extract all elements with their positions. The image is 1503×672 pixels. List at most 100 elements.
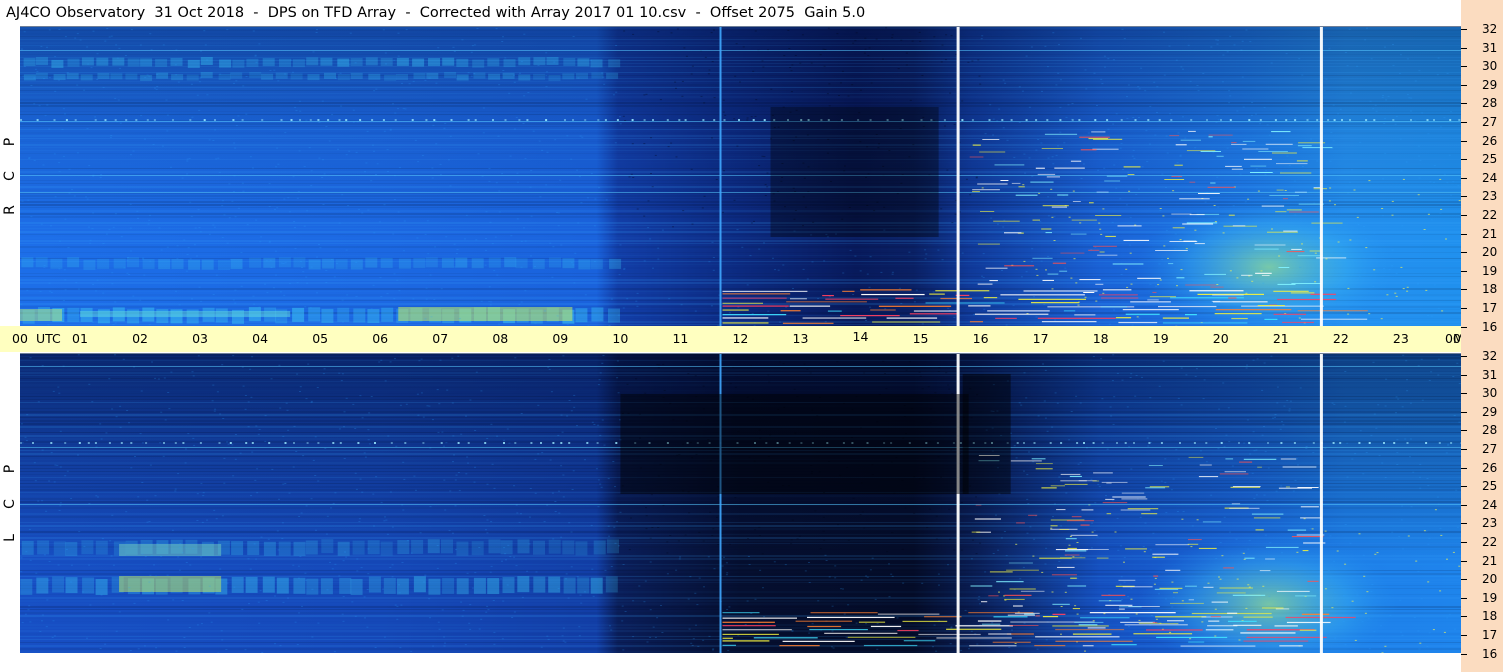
freq-tick-mark [1461,252,1467,254]
utc-tick-label: 21 [1272,331,1289,346]
freq-tick-mark [1461,616,1467,618]
vertical-marker [1319,354,1323,653]
freq-tick-label: 25 [1482,152,1498,167]
freq-tick-label: 24 [1482,170,1498,185]
utc-tick-label: 22 [1332,331,1349,346]
chart-title: AJ4CO Observatory 31 Oct 2018 - DPS on T… [6,5,866,21]
freq-tick-mark [1461,374,1467,376]
freq-tick-label: 21 [1482,553,1498,568]
rcp-letter-p: P [2,137,18,147]
vertical-marker [719,27,722,326]
freq-tick-label: 25 [1482,479,1498,494]
vertical-marker [956,27,960,326]
freq-tick-label: 30 [1482,59,1498,74]
utc-tick-label: 05 [312,331,329,346]
freq-tick-mark [1461,326,1467,328]
freq-tick-label: 19 [1482,590,1498,605]
utc-tick-label: 17 [1032,331,1049,346]
freq-tick-label: 20 [1482,245,1498,260]
utc-tick-label: 13 [792,331,809,346]
freq-tick-mark [1461,504,1467,506]
rcp-letter-r: R [2,205,18,215]
freq-tick-label: 20 [1482,572,1498,587]
freq-tick-mark [1461,84,1467,86]
lcp-letter-l: L [2,534,18,542]
freq-tick-label: 16 [1482,319,1498,334]
freq-tick-mark [1461,215,1467,216]
utc-tick-label: 18 [1092,331,1109,346]
utc-tick-label: 03 [192,331,209,346]
freq-tick-label: 28 [1482,423,1498,438]
utc-tick-label: 23 [1392,331,1409,346]
utc-tick-label: 08 [492,331,509,346]
freq-tick-mark [1461,308,1467,309]
freq-tick-mark [1461,560,1467,562]
utc-tick-label: 11 [672,331,689,346]
utc-tick-label: 12 [732,331,749,346]
utc-tick-label: 09 [552,331,569,346]
freq-tick-label: 29 [1482,77,1498,92]
freq-tick-mark [1461,233,1467,235]
freq-tick-label: 23 [1482,189,1498,204]
freq-tick-mark [1461,270,1467,272]
freq-tick-mark [1461,449,1467,450]
freq-tick-mark [1461,66,1467,68]
utc-tick-label: 01 [72,331,88,346]
utc-tick-label: 19 [1152,331,1169,346]
rcp-spectrogram-panel [20,26,1461,326]
freq-tick-label: 17 [1482,628,1498,642]
freq-tick-mark [1461,430,1467,432]
freq-tick-mark [1461,597,1467,599]
freq-tick-label: 21 [1482,226,1498,241]
utc-axis: 00 UTC 01 02 03 04 05 06 07 08 09 10 11 12 13 14 15 16 17 1… [0,326,1480,352]
freq-tick-label: 27 [1482,442,1498,456]
utc-tick-label: 15 [912,331,929,346]
freq-tick-mark [1461,47,1467,49]
freq-tick-label: 18 [1482,282,1498,297]
freq-tick-label: 18 [1482,609,1498,624]
freq-tick-label: 23 [1482,516,1498,531]
freq-tick-label: 19 [1482,263,1498,278]
freq-tick-label: 26 [1482,460,1498,475]
utc-tick-label: 06 [372,331,389,346]
freq-tick-mark [1461,122,1467,123]
freq-tick-label: 31 [1482,40,1498,55]
utc-tick-label: 00 [12,331,28,346]
utc-tick-label: 10 [612,331,629,346]
freq-tick-label: 30 [1482,386,1498,401]
freq-tick-label: 17 [1482,301,1498,315]
freq-tick-label: 16 [1482,646,1498,661]
freq-tick-mark [1461,542,1467,543]
utc-tick-label: 02 [132,331,148,346]
lcp-spectrogram [20,354,1461,653]
freq-tick-mark [1461,159,1467,161]
utc-tick-label: 16 [972,331,989,346]
freq-tick-label: 24 [1482,497,1498,512]
freq-tick-label: 28 [1482,96,1498,111]
freq-tick-mark [1461,486,1467,488]
utc-tick-label: 14 [852,329,869,344]
freq-tick-label: 31 [1482,367,1498,382]
freq-tick-mark [1461,289,1467,291]
freq-tick-mark [1461,140,1467,142]
freq-tick-mark [1461,467,1467,469]
freq-tick-mark [1461,579,1467,581]
freq-tick-mark [1461,653,1467,655]
lcp-letter-c: C [2,499,18,509]
freq-tick-mark [1461,523,1467,525]
freq-tick-label: 32 [1482,22,1498,36]
freq-tick-mark [1461,196,1467,198]
vertical-marker [1319,27,1323,326]
freq-tick-label: 26 [1482,133,1498,148]
freq-tick-mark [1461,29,1467,30]
rcp-spectrogram [20,27,1461,326]
freq-tick-label: 32 [1482,349,1498,363]
utc-tick-label: 07 [432,331,449,346]
frequency-scale: 32 31 30 29 28 27 26 25 24 23 22 21 20 19 18 17 16 32 31 30… [1461,0,1503,672]
freq-tick-label: 22 [1482,535,1498,549]
lcp-spectrogram-panel [20,353,1461,653]
utc-tick-label: 04 [252,331,269,346]
freq-tick-mark [1461,103,1467,105]
freq-tick-label: 27 [1482,115,1498,129]
freq-tick-mark [1461,393,1467,395]
